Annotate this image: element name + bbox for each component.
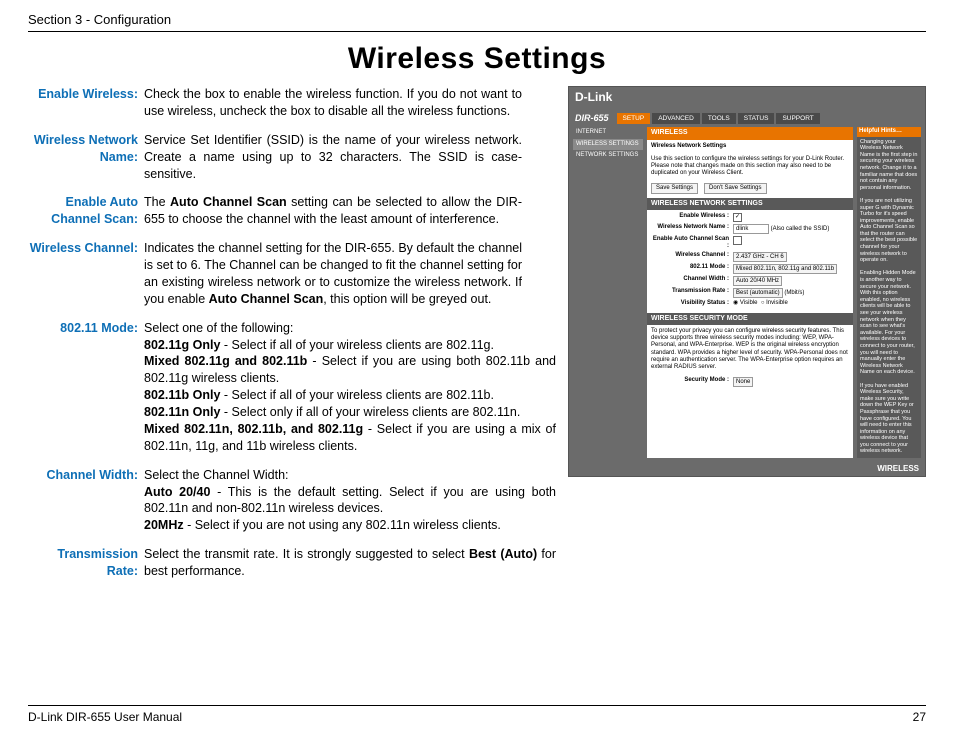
definition-row: Enable Wireless:Check the box to enable … bbox=[28, 86, 556, 120]
mode-select[interactable]: Mixed 802.11n, 802.11g and 802.11b bbox=[733, 264, 837, 274]
helpful-hints: Helpful Hints… Changing your Wireless Ne… bbox=[857, 127, 921, 458]
sub-bar: Wireless Network Settings bbox=[647, 140, 853, 153]
definition-term: Wireless Channel: bbox=[28, 240, 144, 308]
definition-term: Wireless Network Name: bbox=[28, 132, 144, 183]
ssid-note: (Also called the SSID) bbox=[771, 226, 830, 232]
sidebar-item[interactable]: INTERNET bbox=[573, 127, 643, 138]
save-button[interactable]: Save Settings bbox=[651, 183, 698, 194]
trate-note: (Mbit/s) bbox=[784, 290, 804, 296]
sidebar-item[interactable]: WIRELESS SETTINGS bbox=[573, 139, 643, 150]
channel-select[interactable]: 2.437 GHz - CH 6 bbox=[733, 252, 787, 262]
form-label: Wireless Network Name : bbox=[651, 224, 733, 234]
tab-advanced[interactable]: ADVANCED bbox=[652, 113, 700, 124]
tab-setup[interactable]: SETUP bbox=[617, 113, 651, 124]
security-mode-select[interactable]: None bbox=[733, 377, 753, 387]
definition-desc: Indicates the channel setting for the DI… bbox=[144, 240, 522, 308]
form-label: Channel Width : bbox=[651, 276, 733, 286]
definition-term: Enable Auto Channel Scan: bbox=[28, 194, 144, 228]
definition-desc: Service Set Identifier (SSID) is the nam… bbox=[144, 132, 522, 183]
main-bar: WIRELESS bbox=[647, 127, 853, 139]
form-label: Enable Wireless : bbox=[651, 213, 733, 222]
definition-term: Transmission Rate: bbox=[28, 546, 144, 580]
definition-desc: Select one of the following:802.11g Only… bbox=[144, 320, 556, 455]
form-label: Visibility Status : bbox=[651, 300, 733, 307]
section-header: Section 3 - Configuration bbox=[28, 12, 926, 32]
form-label: Transmission Rate : bbox=[651, 288, 733, 298]
definition-row: 802.11 Mode:Select one of the following:… bbox=[28, 320, 556, 455]
width-select[interactable]: Auto 20/40 MHz bbox=[733, 276, 782, 286]
definition-desc: Check the box to enable the wireless fun… bbox=[144, 86, 522, 120]
definition-row: Channel Width:Select the Channel Width:A… bbox=[28, 467, 556, 535]
definition-term: Channel Width: bbox=[28, 467, 144, 535]
form-label: Wireless Channel : bbox=[651, 252, 733, 262]
definition-row: Transmission Rate:Select the transmit ra… bbox=[28, 546, 556, 580]
footer-left: D-Link DIR-655 User Manual bbox=[28, 710, 182, 724]
sidebar-item[interactable]: NETWORK SETTINGS bbox=[573, 150, 643, 161]
form-label: 802.11 Mode : bbox=[651, 264, 733, 274]
footer-brand: WIRELESS bbox=[569, 462, 925, 476]
visibility-visible[interactable]: ◉ Visible bbox=[733, 300, 757, 306]
form-label: Enable Auto Channel Scan : bbox=[651, 236, 733, 250]
definition-desc: Select the Channel Width:Auto 20/40 - Th… bbox=[144, 467, 556, 535]
panel-wireless-settings: WIRELESS NETWORK SETTINGS bbox=[647, 198, 853, 210]
tab-tools[interactable]: TOOLS bbox=[702, 113, 736, 124]
definition-row: Wireless Channel:Indicates the channel s… bbox=[28, 240, 556, 308]
side-nav: INTERNETWIRELESS SETTINGSNETWORK SETTING… bbox=[573, 127, 643, 458]
trate-select[interactable]: Best (automatic) bbox=[733, 288, 783, 298]
auto-channel-checkbox[interactable] bbox=[733, 236, 742, 245]
definition-term: 802.11 Mode: bbox=[28, 320, 144, 455]
model-label: DIR-655 bbox=[575, 113, 609, 124]
definition-row: Wireless Network Name:Service Set Identi… bbox=[28, 132, 556, 183]
brand-logo: D-Link bbox=[569, 87, 925, 107]
definition-term: Enable Wireless: bbox=[28, 86, 144, 120]
footer-page-number: 27 bbox=[913, 710, 926, 724]
page-title: Wireless Settings bbox=[28, 42, 926, 76]
security-intro: To protect your privacy you can configur… bbox=[647, 325, 853, 374]
intro-text: Use this section to configure the wirele… bbox=[647, 153, 853, 181]
visibility-invisible[interactable]: ○ Invisible bbox=[761, 300, 788, 306]
security-mode-label: Security Mode : bbox=[651, 377, 733, 387]
definitions-list: Enable Wireless:Check the box to enable … bbox=[28, 86, 556, 592]
panel-security-mode: WIRELESS SECURITY MODE bbox=[647, 313, 853, 325]
ssid-input[interactable]: dlink bbox=[733, 224, 769, 234]
dont-save-button[interactable]: Don't Save Settings bbox=[704, 183, 767, 194]
enable-wireless-checkbox[interactable]: ✓ bbox=[733, 213, 742, 222]
definition-desc: The Auto Channel Scan setting can be sel… bbox=[144, 194, 522, 228]
tab-support[interactable]: SUPPORT bbox=[776, 113, 819, 124]
definition-row: Enable Auto Channel Scan:The Auto Channe… bbox=[28, 194, 556, 228]
definition-desc: Select the transmit rate. It is strongly… bbox=[144, 546, 556, 580]
tab-status[interactable]: STATUS bbox=[738, 113, 775, 124]
router-ui-screenshot: D-Link DIR-655 SETUPADVANCEDTOOLSSTATUSS… bbox=[568, 86, 926, 477]
